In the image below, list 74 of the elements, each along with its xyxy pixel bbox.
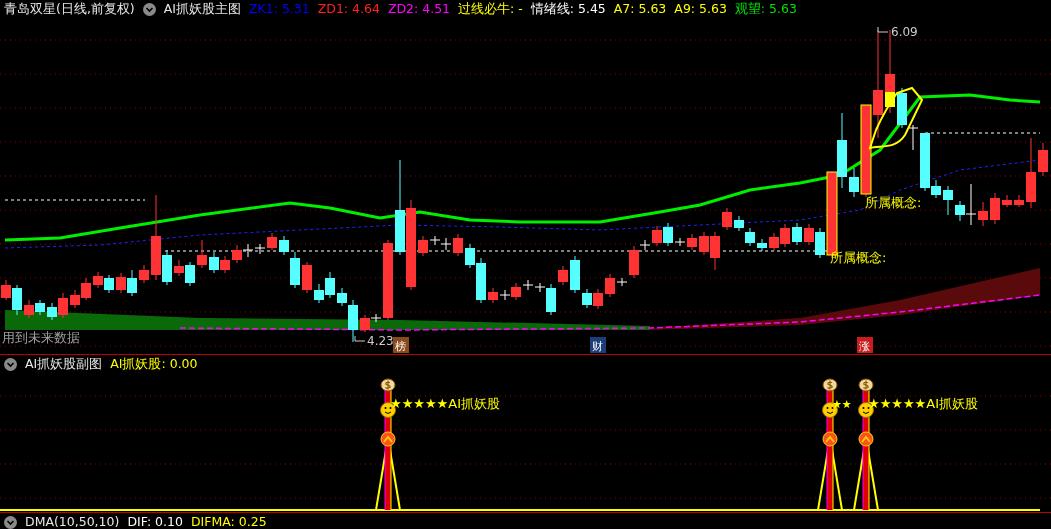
signal-label: ★★★★★AI抓妖股 [390,396,500,411]
concept-note: 所属概念: [830,250,887,265]
candlestick [1014,194,1024,208]
concept-note: 所属概念: [865,195,922,210]
candlestick [220,255,230,274]
candlestick [242,243,254,258]
indicator-value: DIF: 0.10 [127,513,183,529]
candlestick [488,287,498,304]
candlestick [582,288,592,309]
candlestick [116,272,126,294]
high-price-label: 6.09 [877,25,918,39]
chevron-down-icon[interactable] [142,2,156,16]
event-badge[interactable]: 榜 [393,337,409,353]
candlestick [93,271,103,289]
signal-label: ★★★★★AI抓妖股 [868,396,978,411]
candlestick [139,264,149,284]
candlestick [722,207,732,231]
candlestick [127,269,137,297]
chevron-up-icon [380,431,396,447]
indicator-value: ZD1: 4.64 [317,0,380,18]
indicator-value: A9: 5.63 [674,0,727,18]
candlestick [325,271,335,299]
candlestick [81,277,91,301]
candlestick [58,292,68,319]
indicator-value: 观望: 5.63 [734,0,797,18]
signal-label: ★★ [832,398,852,411]
candlestick [943,185,953,216]
chart-title: 青岛双星(日线,前复权) [4,0,135,18]
chevron-up-icon [822,431,838,447]
candlestick [70,289,80,309]
indicator-name: DMA(10,50,10) [25,513,120,529]
indicator-value: ZD2: 4.51 [387,0,451,18]
candlestick [1026,137,1036,209]
indicator-value: 情绪线: 5.45 [530,0,606,18]
trend-loop-line [869,87,923,149]
candlestick [769,232,779,252]
money-bag-icon [858,378,874,392]
candlestick [792,222,802,246]
indicator-value: A7: 5.63 [613,0,667,18]
candlestick [314,283,324,304]
candlestick [47,302,57,321]
candlestick [558,265,568,286]
indicator-name: AI抓妖股副图 [25,355,103,373]
candlestick [1038,142,1048,177]
candlestick [734,215,744,232]
indicator-value: 过线必牛: - [458,0,523,18]
candlestick [1002,194,1012,208]
candlestick [24,299,34,319]
indicator-value: ZK1: 5.31 [249,0,310,18]
candlestick [780,223,790,248]
candlestick [990,192,1000,225]
candlestick [232,244,242,264]
chevron-up-icon [858,431,874,447]
candlestick [302,261,312,294]
candlestick [104,274,114,294]
event-badge[interactable]: 涨 [857,337,873,353]
indicator-name: AI抓妖股主图 [163,0,241,18]
candlestick [35,299,45,316]
low-price-label: 4.23 [354,334,394,348]
chevron-down-icon[interactable] [4,515,17,529]
candlestick [757,238,767,252]
candlestick [593,288,603,310]
chevron-down-icon[interactable] [4,357,17,371]
candlestick [209,251,219,274]
money-bag-icon [822,378,838,392]
candlestick [197,239,207,269]
money-bag-icon [380,378,396,392]
indicator-value: DIFMA: 0.25 [190,513,267,529]
event-badge[interactable]: 财 [590,337,606,353]
candlestick [570,255,580,294]
future-data-notice: 用到未来数据 [2,330,80,345]
indicator-value: AI抓妖股: 0.00 [110,355,198,373]
candlestick [745,227,755,247]
candlestick [804,223,814,246]
